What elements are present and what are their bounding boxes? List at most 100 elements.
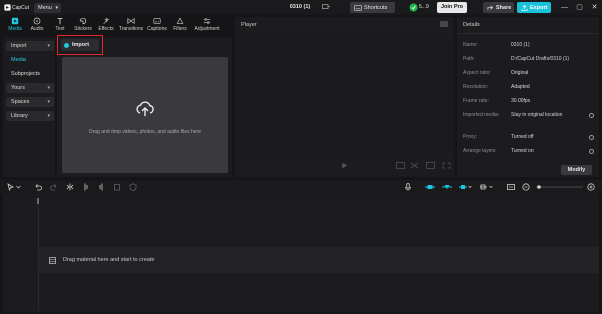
- tool-audio-label: Audio: [30, 26, 44, 32]
- info-icon[interactable]: [589, 149, 594, 154]
- maximize-icon[interactable]: ▢: [575, 3, 584, 12]
- tool-effects-label: Effects: [98, 26, 114, 32]
- tool-text[interactable]: Text: [50, 16, 70, 34]
- microphone-icon[interactable]: [404, 183, 412, 191]
- tool-adjustment[interactable]: Adjustment: [192, 16, 222, 34]
- detail-key: Path:: [463, 56, 475, 62]
- detail-key: Name:: [463, 42, 478, 48]
- playhead[interactable]: [37, 198, 39, 204]
- shortcuts-button[interactable]: Shortcuts: [350, 2, 395, 13]
- aspect-icon[interactable]: [426, 162, 435, 169]
- sidebar-item-yours[interactable]: Yours ▾: [6, 83, 54, 93]
- select-cursor-icon[interactable]: [7, 183, 15, 191]
- detail-value: Original: [511, 70, 529, 76]
- menu-label: Menu: [38, 5, 52, 11]
- menu-icon[interactable]: [440, 21, 448, 27]
- sidebar-item-label: Import: [11, 43, 27, 49]
- pro-badge-label: 5...9: [419, 4, 429, 10]
- undo-icon[interactable]: [34, 183, 42, 191]
- transitions-icon: [127, 17, 135, 25]
- redo-icon[interactable]: [50, 183, 58, 191]
- import-highlight-box: [57, 35, 103, 55]
- main-track-magnet-icon[interactable]: [424, 183, 436, 191]
- tool-effects[interactable]: Effects: [96, 16, 116, 34]
- info-icon[interactable]: [589, 135, 594, 140]
- crop-icon[interactable]: [410, 162, 419, 169]
- text-icon: [57, 18, 63, 25]
- detail-value: 30.00fps: [511, 98, 531, 104]
- stickers-icon: [79, 17, 87, 25]
- share-label: Share: [496, 4, 512, 11]
- menu-button[interactable]: Menu ▾: [34, 3, 61, 13]
- adjustment-icon: [203, 18, 211, 24]
- tool-transitions[interactable]: Transitions: [118, 16, 144, 34]
- chevron-down-icon: ▾: [55, 5, 58, 11]
- player-viewport: [236, 34, 453, 157]
- share-button[interactable]: Share: [483, 2, 514, 13]
- tool-transitions-label: Transitions: [118, 26, 144, 32]
- film-icon: [49, 257, 56, 264]
- sidebar-item-media[interactable]: Media: [6, 55, 54, 65]
- app-name: CapCut: [12, 4, 29, 11]
- shortcuts-label: Shortcuts: [364, 4, 388, 11]
- chevron-down-icon[interactable]: [16, 183, 21, 191]
- detail-value: Adapted: [511, 84, 530, 90]
- split-left-icon[interactable]: [82, 183, 90, 191]
- chevron-down-icon: ▾: [47, 113, 50, 119]
- linkage-icon[interactable]: [458, 183, 472, 191]
- sidebar-item-subprojects[interactable]: Subprojects: [6, 69, 54, 79]
- chevron-down-icon: ▾: [47, 85, 50, 91]
- detail-key: Arrange layers: [463, 148, 496, 154]
- dropzone-hint: Drag and drop videos, photos, and audio …: [88, 129, 202, 135]
- zoom-out-icon[interactable]: [522, 183, 530, 191]
- tool-audio[interactable]: Audio: [27, 16, 47, 34]
- tool-stickers[interactable]: Stickers: [72, 16, 94, 34]
- effects-icon: [103, 17, 110, 25]
- upload-icon: [136, 101, 154, 116]
- tool-text-label: Text: [55, 26, 65, 32]
- preview-axis-icon[interactable]: [479, 183, 493, 191]
- sidebar-item-spaces[interactable]: Spaces ▾: [6, 97, 54, 107]
- split-icon[interactable]: [66, 183, 74, 191]
- sidebar-item-label: Yours: [11, 85, 25, 91]
- tool-media[interactable]: Media: [5, 16, 25, 34]
- modify-button[interactable]: Modify: [561, 165, 592, 175]
- detail-value: Turned off: [511, 134, 534, 140]
- fullscreen-icon[interactable]: [442, 162, 451, 169]
- export-icon: [521, 4, 528, 11]
- detail-key: Frame rate:: [463, 98, 489, 104]
- minimize-icon[interactable]: —: [560, 3, 569, 12]
- zoom-slider[interactable]: [536, 185, 583, 189]
- split-right-icon[interactable]: [97, 183, 105, 191]
- tool-filters[interactable]: Filters: [170, 16, 190, 34]
- ratio-icon[interactable]: [396, 162, 405, 169]
- detail-key: Imported media:: [463, 112, 500, 118]
- detail-value: D:/CapCut Drafts/0310 (1): [511, 56, 570, 62]
- tool-captions[interactable]: Captions: [146, 16, 168, 34]
- caption-icon[interactable]: [507, 183, 515, 191]
- zoom-in-icon[interactable]: [587, 183, 595, 191]
- detail-value: 0310 (1): [511, 42, 530, 48]
- audio-icon: [33, 17, 41, 25]
- tool-media-label: Media: [8, 26, 22, 32]
- filters-icon: [176, 17, 184, 24]
- join-pro-button[interactable]: Join Pro: [437, 2, 467, 13]
- sidebar-item-label: Media: [11, 57, 26, 63]
- close-icon[interactable]: ✕: [590, 3, 599, 12]
- sidebar-item-import[interactable]: Import ▾: [6, 41, 54, 51]
- info-icon[interactable]: [589, 113, 594, 118]
- captions-icon: [153, 18, 161, 24]
- media-toolbar: Media Audio Text Stickers Effects Transi…: [3, 15, 229, 35]
- shield-icon[interactable]: [129, 183, 137, 191]
- sidebar-item-library[interactable]: Library ▾: [6, 111, 54, 121]
- sidebar-item-label: Subprojects: [11, 71, 41, 77]
- auto-snapping-icon[interactable]: [441, 183, 453, 191]
- timeline-hint: Drag material here and start to create: [63, 257, 155, 263]
- player-title: Player: [241, 22, 257, 28]
- export-button[interactable]: Export: [517, 2, 551, 13]
- play-icon[interactable]: [341, 162, 348, 169]
- divider: [458, 33, 598, 34]
- details-title: Details: [463, 22, 480, 28]
- delete-icon[interactable]: [113, 183, 121, 191]
- monitor-icon[interactable]: [322, 4, 330, 11]
